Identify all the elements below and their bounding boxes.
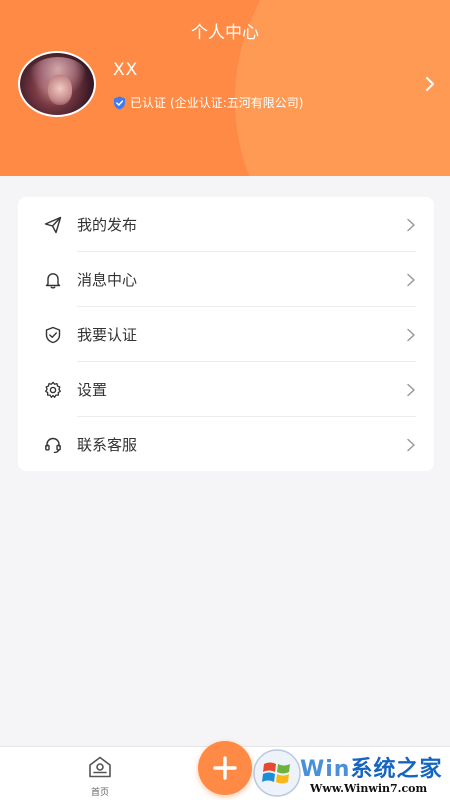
bell-icon: [45, 272, 61, 288]
send-icon: [44, 216, 62, 233]
menu-item-label: 消息中心: [77, 271, 138, 289]
menu-item-settings[interactable]: 设置: [18, 362, 434, 417]
windows-logo-icon: [253, 749, 301, 797]
username: XX: [113, 60, 139, 80]
menu-item-verification[interactable]: 我要认证: [18, 307, 434, 362]
tab-home-label: 首页: [90, 788, 109, 798]
chevron-right-icon: [407, 438, 415, 451]
watermark: Win系统之家 Www.Winwin7.com: [250, 746, 450, 800]
verification-status: 已认证 (企业认证:五河有限公司): [113, 94, 303, 111]
menu-item-label: 我要认证: [77, 326, 138, 344]
company-label: (企业认证:五河有限公司): [170, 96, 304, 110]
watermark-brand: Win系统之家: [300, 751, 443, 783]
verified-badge-icon: [114, 96, 125, 109]
menu-item-label: 我的发布: [77, 216, 138, 234]
tab-home[interactable]: 首页: [80, 755, 120, 799]
chevron-right-icon: [407, 273, 415, 286]
chevron-right-icon: [407, 383, 415, 396]
add-post-button[interactable]: [198, 741, 252, 795]
avatar[interactable]: [18, 51, 96, 117]
avatar-face: [48, 75, 72, 105]
menu-card: 我的发布 消息中心 我要认证 设置 联系客服: [18, 197, 434, 471]
menu-item-label: 联系客服: [77, 436, 138, 454]
chevron-right-icon: [407, 328, 415, 341]
menu-item-label: 设置: [77, 381, 108, 399]
verified-label: 已认证: [130, 96, 167, 110]
profile-header: 个人中心 XX 已认证 (企业认证:五河有限公司): [0, 0, 450, 176]
headset-icon: [45, 437, 61, 453]
watermark-url: Www.Winwin7.com: [310, 782, 428, 795]
menu-item-customer-service[interactable]: 联系客服: [18, 417, 434, 472]
home-icon: [89, 756, 111, 778]
page-title: 个人中心: [191, 23, 259, 43]
watermark-brand-suffix: 系统之家: [350, 757, 443, 782]
shield-check-icon: [45, 326, 61, 343]
watermark-brand-prefix: Win: [300, 757, 351, 782]
profile-chevron-right-icon[interactable]: [424, 76, 436, 92]
gear-icon: [45, 381, 61, 398]
menu-item-messages[interactable]: 消息中心: [18, 252, 434, 307]
menu-item-my-posts[interactable]: 我的发布: [18, 197, 434, 252]
plus-icon: [213, 756, 237, 780]
chevron-right-icon: [407, 218, 415, 231]
